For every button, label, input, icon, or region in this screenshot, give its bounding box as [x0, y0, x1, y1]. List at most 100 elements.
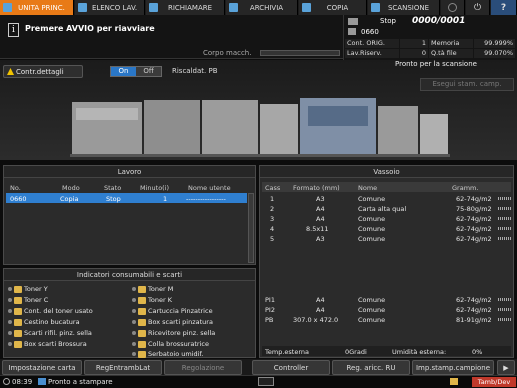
archive-icon — [229, 3, 238, 12]
toner-icon — [14, 285, 22, 293]
tray-gramm: 62-74g/m2 — [456, 235, 492, 243]
tray-cass: PI2 — [265, 306, 275, 314]
home-icon — [3, 3, 12, 12]
tray-name: Comune — [358, 225, 386, 233]
consumabili-title: Indicatori consumabili e scarti — [4, 269, 255, 281]
lavoro-header-modo: Modo — [62, 184, 80, 192]
list-item: Toner K — [132, 296, 172, 304]
lavoro-title: Lavoro — [4, 166, 255, 178]
tray-cass: 3 — [270, 215, 275, 223]
lavoro-header-minuti: Minuto(i) — [140, 184, 170, 192]
machine-illustration — [70, 98, 450, 157]
vassoio-header-gramm: Gramm. — [452, 184, 479, 192]
tray-name: Comune — [358, 306, 386, 314]
reg-aricc-ru-button[interactable]: Reg. aricc. RU — [332, 360, 410, 375]
umid-value: 0% — [472, 348, 483, 356]
job-stato: Stop — [106, 195, 121, 203]
saddle-staple-icon — [138, 329, 146, 337]
scan-icon — [371, 3, 380, 12]
toner-icon — [14, 296, 22, 304]
vassoio-header-nome: Nome — [358, 184, 378, 192]
list-item: Toner Y — [8, 285, 48, 293]
regolazione-button[interactable]: Regolazione — [164, 360, 242, 375]
vassoio-header-formato: Formato (mm) — [293, 184, 340, 192]
lavoro-header-no: No. — [10, 184, 21, 192]
tamb-dev-badge[interactable]: Tamb/Dev — [472, 377, 516, 387]
printer-icon — [348, 18, 358, 25]
lavoro-scrollbar[interactable] — [248, 193, 254, 263]
glue-icon — [138, 340, 146, 348]
tray-name: Comune — [358, 296, 386, 304]
punch-bin-icon — [14, 318, 22, 326]
vassoio-header-cass: Cass — [265, 184, 281, 192]
tab-richiamare[interactable]: RICHIAMARE — [146, 0, 225, 15]
heater-toggle[interactable]: On Off — [110, 66, 162, 77]
tray-cass: 2 — [270, 205, 275, 213]
tab-copia[interactable]: COPIA — [299, 0, 367, 15]
tab-unita-princ[interactable]: UNITA PRINC. — [0, 0, 74, 15]
ready-status: Pronto per la scansione — [395, 60, 477, 68]
list-item: Cestino bucatura — [8, 318, 80, 326]
job-number: 0660 — [361, 28, 379, 36]
riscaldat-label: Riscaldat. PB — [172, 67, 218, 75]
vassoio-panel: Vassoio — [259, 165, 514, 358]
clock-icon — [3, 378, 10, 385]
globe-icon — [448, 3, 457, 12]
power-icon: ⏻ — [473, 2, 482, 13]
contr-dettagli-button[interactable]: Contr.dettagli — [3, 65, 83, 78]
list-item: Scarti rifil. pinz. sella — [8, 329, 92, 337]
tab-archivia[interactable]: ARCHIVIA — [226, 0, 298, 15]
help-button[interactable]: ? — [491, 0, 517, 15]
status-message: Premere AVVIO per riavviare — [25, 24, 155, 33]
tray-format: A4 — [316, 306, 325, 314]
imp-stamp-campione-button[interactable]: Imp.stamp.campione — [412, 360, 494, 375]
job-user: ----------------- — [186, 195, 226, 203]
impostazione-carta-button[interactable]: Impostazione carta — [2, 360, 82, 375]
user-icon — [348, 28, 356, 35]
lavoro-panel: Lavoro — [3, 165, 256, 265]
lav-riserv-label: Lav.Riserv. — [345, 49, 399, 58]
tray-format: A4 — [316, 205, 325, 213]
waste-toner-icon — [14, 307, 22, 315]
next-button[interactable]: ▶ — [497, 360, 515, 375]
tray-level-icon — [498, 308, 512, 311]
esegui-stam-camp-button[interactable]: Esegui stam. camp. — [420, 78, 514, 91]
help-icon: ? — [500, 2, 507, 13]
tray-name: Carta alta qual — [358, 205, 407, 213]
tray-cass: PB — [265, 316, 274, 324]
tray-name: Comune — [358, 215, 386, 223]
binding-waste-icon — [14, 340, 22, 348]
warning-status-icon — [450, 378, 458, 385]
toner-icon — [138, 285, 146, 293]
tray-gramm: 62-74g/m2 — [456, 306, 492, 314]
tab-elenco-lav[interactable]: ELENCO LAV. — [75, 0, 145, 15]
reg-entramb-lat-button[interactable]: RegEntrambLat — [84, 360, 162, 375]
list-item: Cont. del toner usato — [8, 307, 93, 315]
on-option[interactable]: On — [111, 67, 136, 76]
humidifier-icon — [138, 350, 146, 358]
controller-button[interactable]: Controller — [252, 360, 330, 375]
tray-name: Comune — [358, 316, 386, 324]
trim-waste-icon — [14, 329, 22, 337]
keyboard-icon[interactable] — [258, 377, 274, 386]
cont-orig-label: Cont. ORIG. — [345, 39, 399, 48]
job-no: 0660 — [10, 195, 27, 203]
list-item: Serbatoio umidif. — [132, 350, 203, 358]
tray-name: Comune — [358, 235, 386, 243]
list-item: Colla brossuratrice — [132, 340, 209, 348]
tab-scansione[interactable]: SCANSIONE — [368, 0, 440, 15]
job-modo: Copia — [60, 195, 79, 203]
tray-format: A4 — [316, 296, 325, 304]
power-button[interactable]: ⏻ — [466, 0, 490, 15]
copy-icon — [302, 3, 311, 12]
globe-button[interactable] — [441, 0, 465, 15]
temp-value: 0Gradi — [345, 348, 367, 356]
toner-icon — [138, 296, 146, 304]
tray-gramm: 62-74g/m2 — [456, 215, 492, 223]
qta-file-label: Q.tà file — [429, 49, 473, 58]
warning-icon — [7, 68, 14, 75]
chevron-right-icon: ▶ — [503, 363, 509, 372]
tray-format: 8.5x11 — [306, 225, 329, 233]
staple-waste-icon — [138, 318, 146, 326]
off-option[interactable]: Off — [136, 67, 161, 76]
